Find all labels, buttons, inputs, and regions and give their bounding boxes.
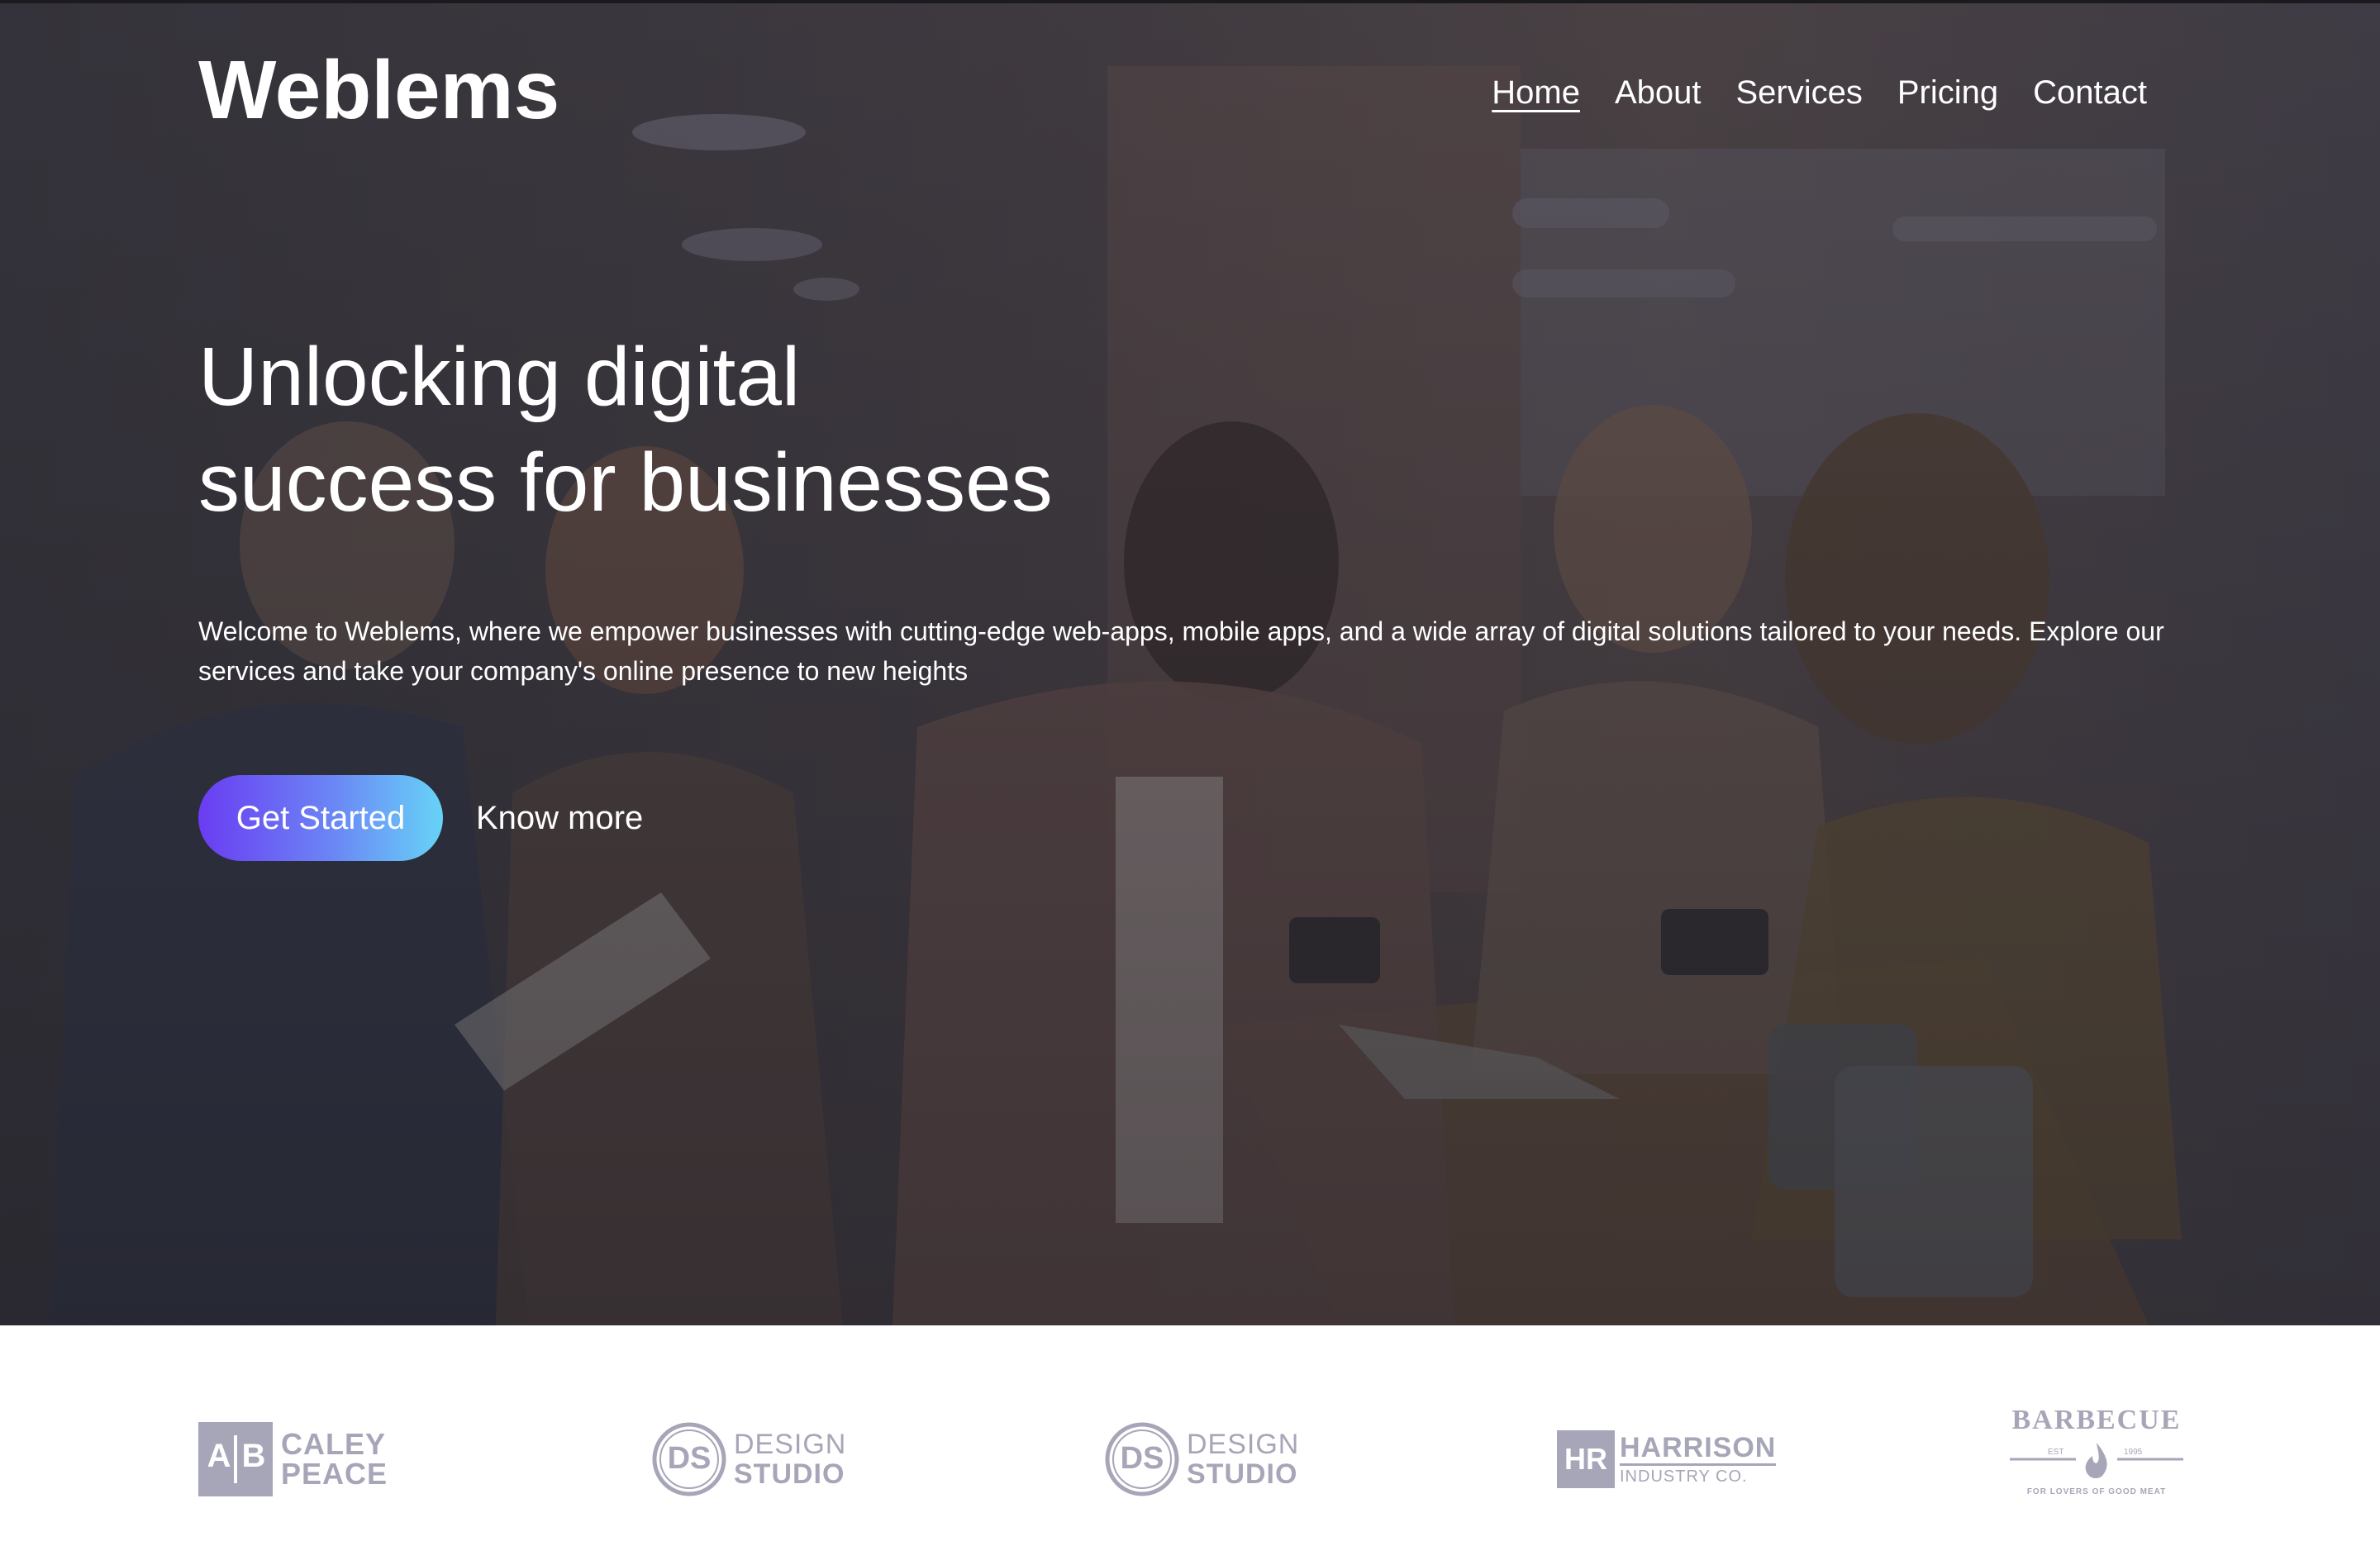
hero-intro: Welcome to Weblems, where we empower bus…	[198, 616, 2164, 686]
hero-headline-line1: Unlocking digital	[198, 331, 801, 423]
partner-design-studio-logo: DS DESIGN STUDIO	[651, 1418, 846, 1501]
partner-logos: A B CALEY PEACE DS DESIGN STUDIO DS DESI…	[0, 1325, 2380, 1565]
partner-design-studio-logo-2: DS DESIGN STUDIO	[1104, 1418, 1299, 1501]
hero-cta-group: Get Started Know more	[198, 775, 643, 861]
design-studio-mark: DS	[667, 1441, 712, 1476]
nav-item-home[interactable]: Home	[1492, 71, 1580, 114]
main-nav: Home About Services Pricing Contact	[1492, 71, 2147, 114]
harrison-line2: INDUSTRY CO.	[1620, 1467, 1748, 1486]
nav-item-contact[interactable]: Contact	[2033, 71, 2147, 114]
partner-caley-peace-logo: A B CALEY PEACE	[198, 1418, 388, 1501]
know-more-link[interactable]: Know more	[476, 800, 643, 837]
caley-peace-mark-left: A	[207, 1438, 231, 1474]
hero-headline: Unlocking digital success for businesses	[198, 324, 1355, 535]
harrison-line1: HARRISON	[1620, 1432, 1777, 1466]
nav-item-pricing[interactable]: Pricing	[1897, 71, 1998, 114]
nav-item-services[interactable]: Services	[1735, 71, 1862, 114]
get-started-button[interactable]: Get Started	[198, 775, 443, 861]
hero-headline-line2: success for businesses	[198, 436, 1053, 529]
design-studio-2-mark: DS	[1120, 1441, 1164, 1476]
design-studio-2-line1: DESIGN	[1187, 1429, 1300, 1460]
partner-barbecue-logo: BARBECUE EST 1995 FOR LOVERS OF GOOD MEA…	[2010, 1405, 2183, 1512]
barbecue-title: BARBECUE	[2011, 1405, 2182, 1435]
hero-section: Weblems Home About Services Pricing Cont…	[0, 0, 2380, 1325]
barbecue-est: EST	[2048, 1448, 2064, 1457]
caley-peace-mark-right: B	[241, 1438, 266, 1474]
barbecue-tagline: FOR LOVERS OF GOOD MEAT	[2026, 1487, 2167, 1496]
barbecue-year: 1995	[2124, 1448, 2143, 1457]
caley-peace-line2: PEACE	[281, 1457, 388, 1491]
flame-icon	[2010, 1443, 2183, 1478]
harrison-mark-icon: HR	[1557, 1430, 1615, 1488]
nav-item-about[interactable]: About	[1615, 71, 1702, 114]
design-studio-line2: STUDIO	[734, 1458, 845, 1490]
caley-peace-line1: CALEY	[281, 1427, 387, 1461]
brand-logo[interactable]: Weblems	[198, 43, 559, 138]
design-studio-line1: DESIGN	[734, 1429, 847, 1460]
partner-harrison-logo: HR HARRISON INDUSTRY CO.	[1557, 1418, 1777, 1501]
design-studio-2-line2: STUDIO	[1187, 1458, 1298, 1490]
top-border	[0, 0, 2380, 3]
